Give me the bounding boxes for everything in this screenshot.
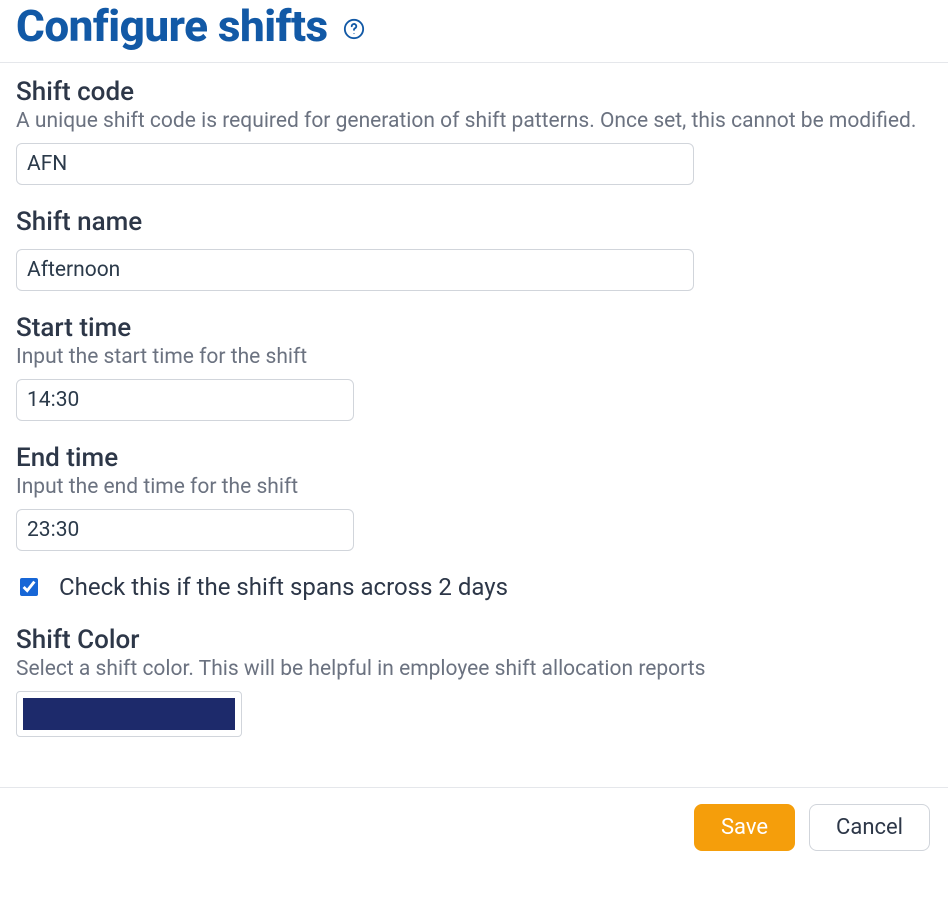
color-input-wrap[interactable]	[16, 691, 242, 737]
field-shift-color: Shift Color Select a shift color. This w…	[16, 625, 932, 741]
field-start-time: Start time Input the start time for the …	[16, 313, 932, 421]
input-end-time[interactable]	[16, 509, 354, 551]
input-shift-code[interactable]	[16, 143, 694, 185]
input-start-time[interactable]	[16, 379, 354, 421]
label-shift-name: Shift name	[16, 207, 932, 237]
label-end-time: End time	[16, 443, 932, 473]
page-title: Configure shifts	[16, 0, 328, 52]
page-header: Configure shifts	[0, 0, 948, 63]
field-shift-name: Shift name	[16, 207, 932, 291]
field-end-time: End time Input the end time for the shif…	[16, 443, 932, 551]
help-icon[interactable]	[342, 17, 366, 41]
checkbox-spans-two-days[interactable]	[20, 578, 38, 596]
footer-actions: Save Cancel	[0, 787, 948, 861]
help-shift-code: A unique shift code is required for gene…	[16, 109, 932, 133]
color-swatch	[23, 698, 235, 730]
help-shift-color: Select a shift color. This will be helpf…	[16, 657, 932, 681]
field-shift-code: Shift code A unique shift code is requir…	[16, 77, 932, 185]
input-shift-name[interactable]	[16, 249, 694, 291]
label-spans-two-days: Check this if the shift spans across 2 d…	[59, 573, 508, 601]
save-button[interactable]: Save	[694, 804, 795, 851]
label-start-time: Start time	[16, 313, 932, 343]
label-shift-color: Shift Color	[16, 625, 932, 655]
help-start-time: Input the start time for the shift	[16, 345, 932, 369]
cancel-button[interactable]: Cancel	[809, 804, 930, 851]
form-body: Shift code A unique shift code is requir…	[0, 63, 948, 741]
field-spans-two-days: Check this if the shift spans across 2 d…	[16, 573, 932, 601]
label-shift-code: Shift code	[16, 77, 932, 107]
help-end-time: Input the end time for the shift	[16, 475, 932, 499]
